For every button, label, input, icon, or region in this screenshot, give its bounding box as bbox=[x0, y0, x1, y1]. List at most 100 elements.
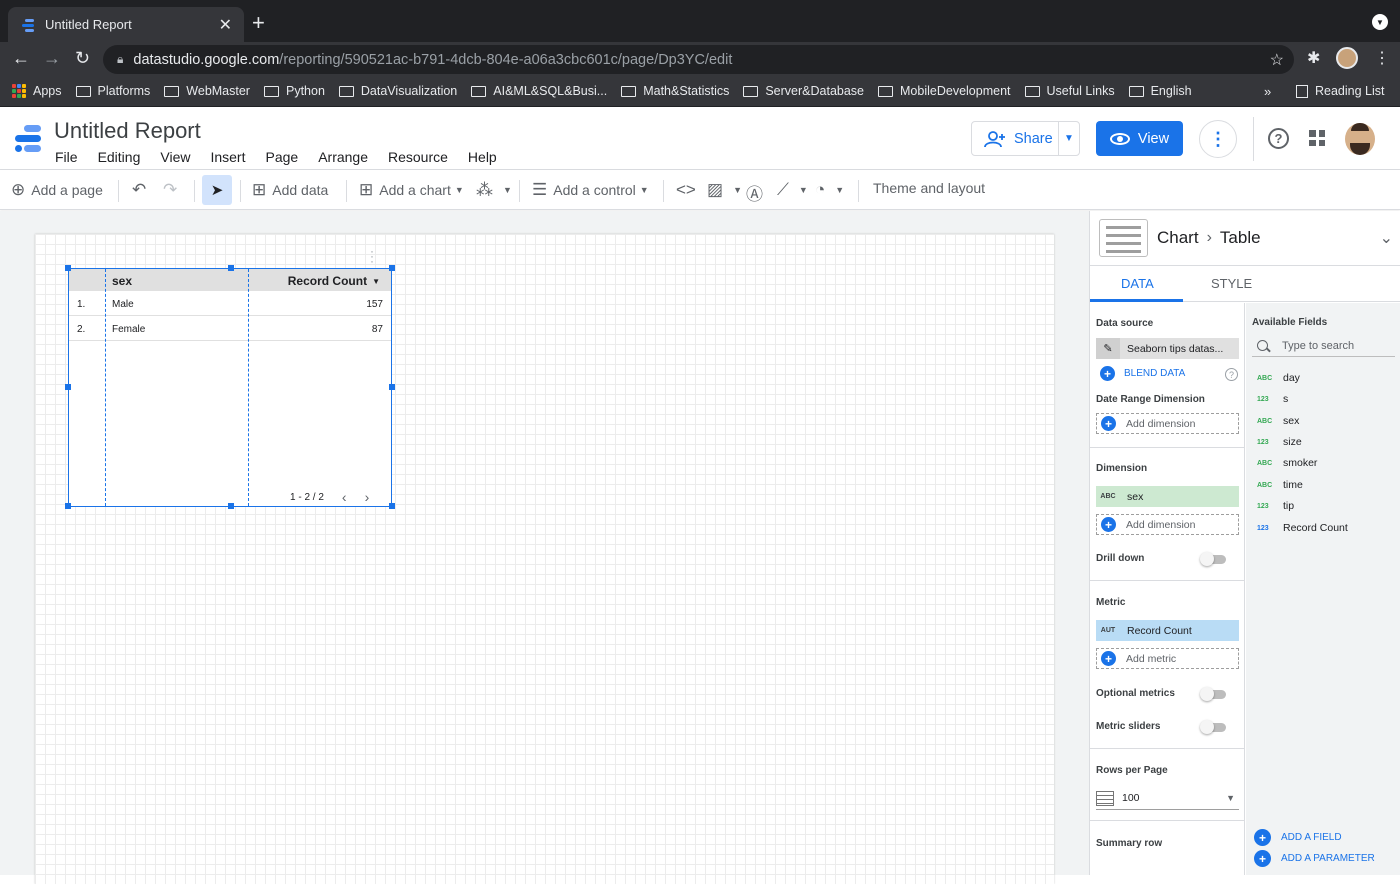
table-row[interactable]: 1. Male 157 bbox=[69, 291, 391, 316]
menu-view[interactable]: View bbox=[160, 149, 190, 165]
add-field-button[interactable]: + ADD A FIELD bbox=[1254, 829, 1342, 846]
add-control-button[interactable]: ☰ Add a control ▼ bbox=[532, 180, 649, 200]
chevron-down-icon[interactable]: ⌄ bbox=[1380, 228, 1393, 248]
resize-handle[interactable] bbox=[389, 503, 395, 509]
view-button[interactable]: View bbox=[1096, 121, 1183, 156]
tab-style[interactable]: STYLE bbox=[1211, 276, 1252, 291]
rows-per-page-select[interactable]: 100 ▼ bbox=[1096, 787, 1239, 810]
field-item-time[interactable]: ABC time bbox=[1257, 479, 1303, 491]
text-box-icon[interactable]: Ⓐ bbox=[746, 180, 769, 205]
line-icon[interactable]: ⟋ ▼ bbox=[777, 180, 808, 200]
browser-tab[interactable]: Untitled Report ✕ bbox=[8, 7, 244, 42]
menu-help[interactable]: Help bbox=[468, 149, 497, 165]
field-search-input[interactable]: Type to search bbox=[1252, 335, 1395, 357]
resize-handle[interactable] bbox=[65, 265, 71, 271]
column-header-sex[interactable]: sex bbox=[112, 274, 132, 288]
field-item-s[interactable]: 123 s bbox=[1257, 393, 1288, 405]
resize-handle[interactable] bbox=[65, 503, 71, 509]
tab-search-icon[interactable]: ▼ bbox=[1372, 14, 1388, 30]
field-item-smoker[interactable]: ABC smoker bbox=[1257, 457, 1317, 469]
bookmark-apps[interactable]: Apps bbox=[12, 84, 62, 98]
report-title[interactable]: Untitled Report bbox=[54, 118, 201, 144]
bookmark-folder[interactable]: DataVisualization bbox=[338, 84, 457, 98]
dimension-chip-sex[interactable]: ABC sex bbox=[1096, 486, 1239, 507]
table-chart-icon[interactable] bbox=[1099, 219, 1148, 257]
share-dropdown-icon[interactable]: ▼ bbox=[1059, 133, 1079, 144]
next-page-icon[interactable]: › bbox=[365, 489, 370, 505]
bookmark-folder[interactable]: Math&Statistics bbox=[621, 84, 729, 98]
bookmark-folder[interactable]: Server&Database bbox=[743, 84, 864, 98]
blend-data-button[interactable]: + BLEND DATA bbox=[1100, 366, 1185, 381]
resize-handle[interactable] bbox=[228, 503, 234, 509]
resize-handle[interactable] bbox=[389, 265, 395, 271]
shape-icon[interactable]: ◔ ▼ bbox=[815, 180, 844, 200]
table-chart[interactable]: sex Record Count ▼ 1. Male 157 2. Female … bbox=[68, 268, 392, 507]
add-data-button[interactable]: ⊞ Add data bbox=[252, 180, 328, 200]
menu-resource[interactable]: Resource bbox=[388, 149, 448, 165]
field-item-tip[interactable]: 123 tip bbox=[1257, 500, 1294, 512]
data-source-chip[interactable]: ✎ Seaborn tips datas... bbox=[1096, 338, 1239, 359]
theme-and-layout-button[interactable]: Theme and layout bbox=[873, 180, 985, 196]
field-item-sex[interactable]: ABC sex bbox=[1257, 415, 1299, 427]
more-bookmarks-icon[interactable]: » bbox=[1264, 84, 1271, 99]
bookmark-folder[interactable]: WebMaster bbox=[164, 84, 250, 98]
apps-launcher-icon[interactable] bbox=[1309, 130, 1325, 146]
url-input[interactable]: 🔒︎ datastudio.google.com/reporting/59052… bbox=[103, 45, 1294, 74]
menu-editing[interactable]: Editing bbox=[98, 149, 141, 165]
chart-drag-handle-icon[interactable]: · · · bbox=[370, 245, 374, 267]
bookmark-folder[interactable]: Python bbox=[263, 84, 325, 98]
reading-list-button[interactable]: Reading List bbox=[1296, 84, 1385, 98]
help-icon[interactable]: ? bbox=[1268, 128, 1289, 149]
menu-page[interactable]: Page bbox=[265, 149, 298, 165]
more-options-icon[interactable]: ⋮ bbox=[1199, 120, 1237, 158]
metric-sliders-toggle[interactable] bbox=[1200, 720, 1226, 734]
bookmark-folder[interactable]: Platforms bbox=[75, 84, 150, 98]
resize-handle[interactable] bbox=[228, 265, 234, 271]
field-item-day[interactable]: ABC day bbox=[1257, 372, 1300, 384]
extensions-icon[interactable]: ✱ bbox=[1307, 48, 1320, 68]
community-visualizations-button[interactable]: ⁂ ▼ bbox=[476, 180, 512, 200]
resize-handle[interactable] bbox=[389, 384, 395, 390]
user-avatar[interactable] bbox=[1345, 123, 1375, 155]
bookmark-folder[interactable]: Useful Links bbox=[1024, 84, 1115, 98]
table-row[interactable]: 2. Female 87 bbox=[69, 316, 391, 341]
menu-arrange[interactable]: Arrange bbox=[318, 149, 368, 165]
field-item-size[interactable]: 123 size bbox=[1257, 436, 1302, 448]
reload-icon[interactable]: ↻ bbox=[75, 48, 90, 69]
redo-icon[interactable]: ↷ bbox=[163, 180, 183, 200]
image-icon[interactable]: ▨ ▼ bbox=[707, 180, 742, 200]
resize-handle[interactable] bbox=[65, 384, 71, 390]
share-button[interactable]: Share ▼ bbox=[971, 121, 1080, 156]
undo-icon[interactable]: ↶ bbox=[132, 180, 152, 200]
bookmark-folder[interactable]: MobileDevelopment bbox=[878, 84, 1011, 98]
select-cursor-icon[interactable]: ➤ bbox=[202, 175, 232, 205]
menu-file[interactable]: File bbox=[55, 149, 78, 165]
browser-menu-icon[interactable]: ⋮ bbox=[1374, 48, 1390, 68]
embed-code-icon[interactable]: <> bbox=[676, 180, 702, 200]
metric-chip-record-count[interactable]: AUT Record Count bbox=[1096, 620, 1239, 641]
add-parameter-button[interactable]: + ADD A PARAMETER bbox=[1254, 850, 1375, 867]
bookmark-folder[interactable]: AI&ML&SQL&Busi... bbox=[471, 84, 607, 98]
breadcrumb-table[interactable]: Table bbox=[1220, 228, 1261, 248]
add-dimension-slot[interactable]: + Add dimension bbox=[1096, 514, 1239, 535]
drill-down-toggle[interactable] bbox=[1200, 552, 1226, 566]
add-chart-button[interactable]: ⊞ Add a chart ▼ bbox=[359, 180, 464, 200]
add-metric-slot[interactable]: + Add metric bbox=[1096, 648, 1239, 669]
bookmark-folder[interactable]: English bbox=[1128, 84, 1192, 98]
add-page-button[interactable]: ⊕ Add a page bbox=[11, 180, 103, 200]
back-icon[interactable]: ← bbox=[12, 48, 30, 69]
profile-avatar[interactable] bbox=[1336, 47, 1358, 69]
prev-page-icon[interactable]: ‹ bbox=[342, 489, 347, 505]
help-question-icon[interactable]: ? bbox=[1225, 368, 1238, 381]
forward-icon[interactable]: → bbox=[43, 48, 61, 69]
optional-metrics-toggle[interactable] bbox=[1200, 687, 1226, 701]
close-tab-icon[interactable]: ✕ bbox=[219, 15, 232, 35]
new-tab-icon[interactable]: + bbox=[252, 10, 265, 36]
column-header-record-count[interactable]: Record Count ▼ bbox=[288, 274, 380, 288]
field-item-record-count[interactable]: 123 Record Count bbox=[1257, 522, 1348, 534]
add-date-dimension-slot[interactable]: + Add dimension bbox=[1096, 413, 1239, 434]
menu-insert[interactable]: Insert bbox=[210, 149, 245, 165]
edit-pencil-icon[interactable]: ✎ bbox=[1096, 338, 1120, 359]
bookmark-star-icon[interactable]: ☆ bbox=[1270, 50, 1284, 70]
tab-data[interactable]: DATA bbox=[1121, 276, 1154, 291]
